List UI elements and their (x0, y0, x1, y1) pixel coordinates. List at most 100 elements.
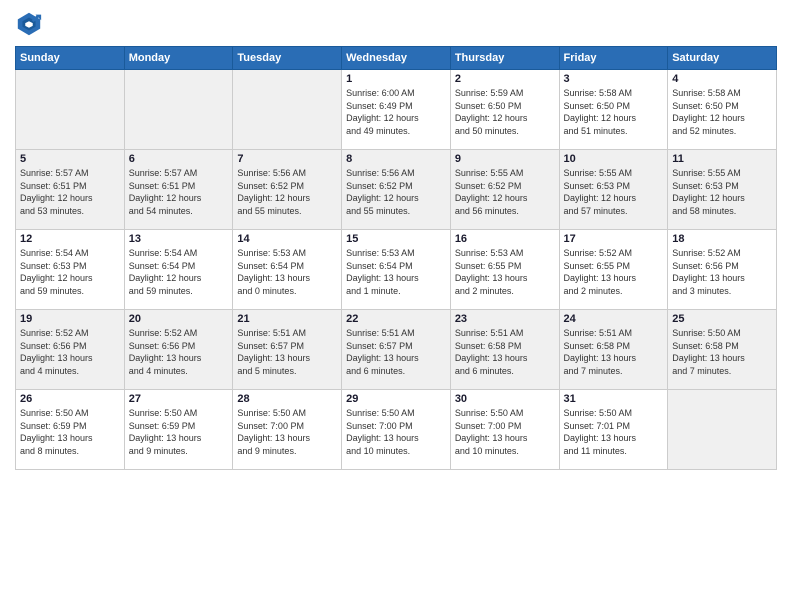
day-number: 27 (129, 393, 229, 405)
calendar-cell: 8 Sunrise: 5:56 AM Sunset: 6:52 PM Daylig… (342, 150, 451, 230)
day-number: 14 (237, 233, 337, 245)
calendar-cell: 27 Sunrise: 5:50 AM Sunset: 6:59 PM Dayli… (124, 390, 233, 470)
calendar-cell: 12 Sunrise: 5:54 AM Sunset: 6:53 PM Dayli… (16, 230, 125, 310)
day-info: Sunrise: 5:56 AM Sunset: 6:52 PM Dayligh… (237, 167, 337, 217)
day-info: Sunrise: 5:52 AM Sunset: 6:56 PM Dayligh… (20, 327, 120, 377)
day-number: 2 (455, 73, 555, 85)
calendar-cell (124, 70, 233, 150)
calendar-cell: 24 Sunrise: 5:51 AM Sunset: 6:58 PM Dayli… (559, 310, 668, 390)
col-wednesday: Wednesday (342, 47, 451, 70)
day-info: Sunrise: 5:55 AM Sunset: 6:53 PM Dayligh… (564, 167, 664, 217)
calendar-row-2: 5 Sunrise: 5:57 AM Sunset: 6:51 PM Daylig… (16, 150, 777, 230)
day-info: Sunrise: 5:50 AM Sunset: 6:59 PM Dayligh… (129, 407, 229, 457)
header (15, 10, 777, 38)
day-info: Sunrise: 5:55 AM Sunset: 6:53 PM Dayligh… (672, 167, 772, 217)
page: Sunday Monday Tuesday Wednesday Thursday… (0, 0, 792, 612)
day-info: Sunrise: 5:51 AM Sunset: 6:58 PM Dayligh… (564, 327, 664, 377)
calendar-row-3: 12 Sunrise: 5:54 AM Sunset: 6:53 PM Dayli… (16, 230, 777, 310)
day-number: 6 (129, 153, 229, 165)
day-number: 22 (346, 313, 446, 325)
day-number: 8 (346, 153, 446, 165)
calendar-table: Sunday Monday Tuesday Wednesday Thursday… (15, 46, 777, 470)
calendar-cell: 23 Sunrise: 5:51 AM Sunset: 6:58 PM Dayli… (450, 310, 559, 390)
day-info: Sunrise: 5:53 AM Sunset: 6:54 PM Dayligh… (346, 247, 446, 297)
calendar-cell: 16Sunrise: 5:53 AM Sunset: 6:55 PM Dayli… (450, 230, 559, 310)
day-info: Sunrise: 5:58 AM Sunset: 6:50 PM Dayligh… (564, 87, 664, 137)
day-number: 19 (20, 313, 120, 325)
day-number: 11 (672, 153, 772, 165)
calendar-header: Sunday Monday Tuesday Wednesday Thursday… (16, 47, 777, 70)
day-number: 1 (346, 73, 446, 85)
day-number: 18 (672, 233, 772, 245)
day-number: 10 (564, 153, 664, 165)
day-info: Sunrise: 5:50 AM Sunset: 7:00 PM Dayligh… (455, 407, 555, 457)
day-number: 13 (129, 233, 229, 245)
header-row: Sunday Monday Tuesday Wednesday Thursday… (16, 47, 777, 70)
calendar-cell: 20 Sunrise: 5:52 AM Sunset: 6:56 PM Dayli… (124, 310, 233, 390)
calendar-cell: 25Sunrise: 5:50 AM Sunset: 6:58 PM Dayli… (668, 310, 777, 390)
calendar-cell: 15 Sunrise: 5:53 AM Sunset: 6:54 PM Dayli… (342, 230, 451, 310)
col-friday: Friday (559, 47, 668, 70)
day-info: Sunrise: 5:50 AM Sunset: 6:59 PM Dayligh… (20, 407, 120, 457)
calendar-cell: 7 Sunrise: 5:56 AM Sunset: 6:52 PM Daylig… (233, 150, 342, 230)
day-number: 24 (564, 313, 664, 325)
calendar-cell: 4 Sunrise: 5:58 AM Sunset: 6:50 PM Daylig… (668, 70, 777, 150)
calendar-row-4: 19 Sunrise: 5:52 AM Sunset: 6:56 PM Dayli… (16, 310, 777, 390)
day-number: 9 (455, 153, 555, 165)
day-number: 20 (129, 313, 229, 325)
logo (15, 10, 47, 38)
day-info: Sunrise: 5:51 AM Sunset: 6:57 PM Dayligh… (346, 327, 446, 377)
calendar-cell: 10 Sunrise: 5:55 AM Sunset: 6:53 PM Dayli… (559, 150, 668, 230)
calendar-cell: 18 Sunrise: 5:52 AM Sunset: 6:56 PM Dayli… (668, 230, 777, 310)
calendar-cell (233, 70, 342, 150)
day-info: Sunrise: 5:54 AM Sunset: 6:53 PM Dayligh… (20, 247, 120, 297)
day-number: 12 (20, 233, 120, 245)
day-info: Sunrise: 5:53 AM Sunset: 6:55 PM Dayligh… (455, 247, 555, 297)
calendar-cell: 31 Sunrise: 5:50 AM Sunset: 7:01 PM Dayli… (559, 390, 668, 470)
day-number: 31 (564, 393, 664, 405)
calendar-cell: 13 Sunrise: 5:54 AM Sunset: 6:54 PM Dayli… (124, 230, 233, 310)
day-number: 28 (237, 393, 337, 405)
calendar-cell: 22 Sunrise: 5:51 AM Sunset: 6:57 PM Dayli… (342, 310, 451, 390)
calendar-row-5: 26Sunrise: 5:50 AM Sunset: 6:59 PM Dayli… (16, 390, 777, 470)
day-info: Sunrise: 5:56 AM Sunset: 6:52 PM Dayligh… (346, 167, 446, 217)
calendar-cell: 30 Sunrise: 5:50 AM Sunset: 7:00 PM Dayli… (450, 390, 559, 470)
day-info: Sunrise: 5:51 AM Sunset: 6:57 PM Dayligh… (237, 327, 337, 377)
calendar-row-1: 1 Sunrise: 6:00 AM Sunset: 6:49 PM Daylig… (16, 70, 777, 150)
day-info: Sunrise: 5:52 AM Sunset: 6:56 PM Dayligh… (672, 247, 772, 297)
calendar-cell (16, 70, 125, 150)
day-number: 7 (237, 153, 337, 165)
day-info: Sunrise: 5:51 AM Sunset: 6:58 PM Dayligh… (455, 327, 555, 377)
calendar-cell: 14 Sunrise: 5:53 AM Sunset: 6:54 PM Dayli… (233, 230, 342, 310)
day-number: 23 (455, 313, 555, 325)
day-number: 17 (564, 233, 664, 245)
day-info: Sunrise: 5:57 AM Sunset: 6:51 PM Dayligh… (129, 167, 229, 217)
day-number: 21 (237, 313, 337, 325)
day-number: 30 (455, 393, 555, 405)
calendar-cell: 2 Sunrise: 5:59 AM Sunset: 6:50 PM Daylig… (450, 70, 559, 150)
day-number: 15 (346, 233, 446, 245)
day-info: Sunrise: 5:55 AM Sunset: 6:52 PM Dayligh… (455, 167, 555, 217)
day-info: Sunrise: 5:54 AM Sunset: 6:54 PM Dayligh… (129, 247, 229, 297)
calendar-cell: 17Sunrise: 5:52 AM Sunset: 6:55 PM Dayli… (559, 230, 668, 310)
col-thursday: Thursday (450, 47, 559, 70)
day-number: 4 (672, 73, 772, 85)
day-info: Sunrise: 5:52 AM Sunset: 6:56 PM Dayligh… (129, 327, 229, 377)
day-info: Sunrise: 5:53 AM Sunset: 6:54 PM Dayligh… (237, 247, 337, 297)
calendar-cell: 6 Sunrise: 5:57 AM Sunset: 6:51 PM Daylig… (124, 150, 233, 230)
calendar-cell: 19 Sunrise: 5:52 AM Sunset: 6:56 PM Dayli… (16, 310, 125, 390)
calendar-cell (668, 390, 777, 470)
day-info: Sunrise: 5:59 AM Sunset: 6:50 PM Dayligh… (455, 87, 555, 137)
calendar-cell: 5 Sunrise: 5:57 AM Sunset: 6:51 PM Daylig… (16, 150, 125, 230)
day-number: 5 (20, 153, 120, 165)
day-number: 29 (346, 393, 446, 405)
col-monday: Monday (124, 47, 233, 70)
day-info: Sunrise: 5:58 AM Sunset: 6:50 PM Dayligh… (672, 87, 772, 137)
col-saturday: Saturday (668, 47, 777, 70)
day-info: Sunrise: 6:00 AM Sunset: 6:49 PM Dayligh… (346, 87, 446, 137)
logo-icon (15, 10, 43, 38)
day-number: 25 (672, 313, 772, 325)
day-info: Sunrise: 5:50 AM Sunset: 7:01 PM Dayligh… (564, 407, 664, 457)
calendar-cell: 26Sunrise: 5:50 AM Sunset: 6:59 PM Dayli… (16, 390, 125, 470)
day-info: Sunrise: 5:57 AM Sunset: 6:51 PM Dayligh… (20, 167, 120, 217)
